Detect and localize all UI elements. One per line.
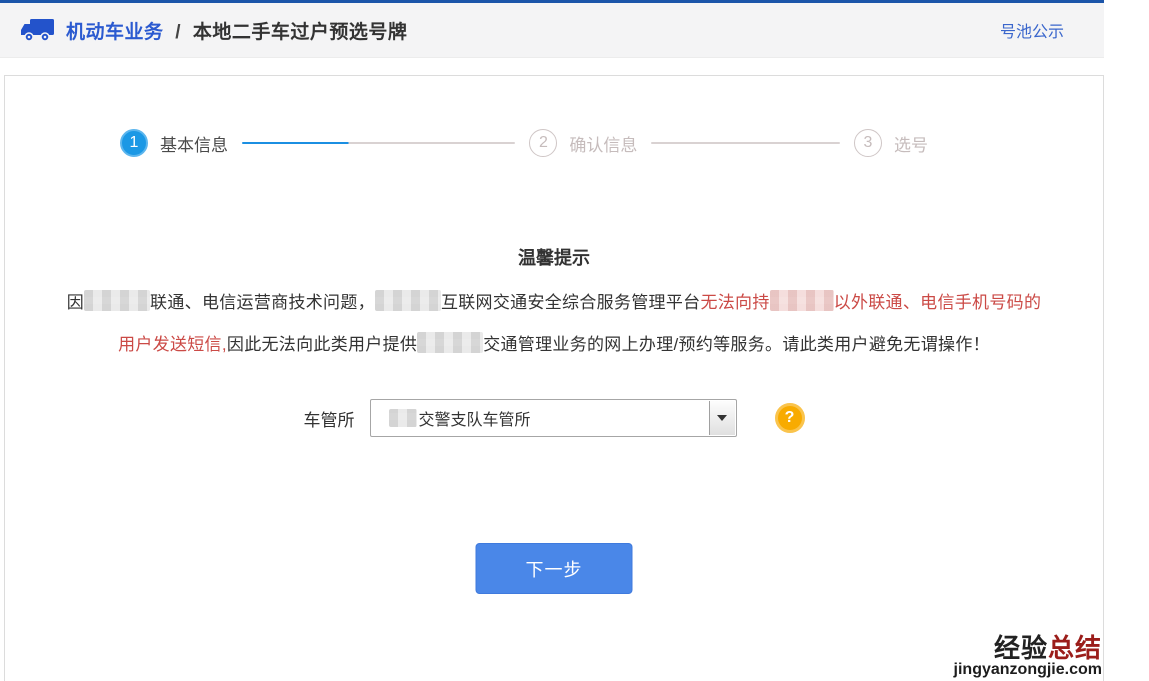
step-connector-2	[651, 142, 840, 144]
dmv-office-row: 车管所 交警支队车管所 ?	[5, 398, 1103, 438]
notice-text-segment: 联通、电信运营商技术问题，	[150, 293, 375, 312]
notice-text-segment: 以外联通、电信手机号码的	[834, 293, 1042, 312]
dmv-office-selected-value: 交警支队车管所	[389, 406, 531, 430]
notice-text-segment: 无法向持	[700, 293, 769, 312]
step-indicator: 1 基本信息 2 确认信息 3 选号	[120, 128, 928, 158]
step-pick-number: 3 选号	[854, 129, 928, 157]
truck-icon	[20, 17, 54, 43]
notice-text-segment: 因	[67, 293, 84, 312]
chevron-down-icon	[717, 415, 727, 421]
notice-text-segment: 互联网交通安全综合服务管理平台	[441, 293, 701, 312]
notice-text-segment: 因此无法向此类用户提供	[227, 335, 417, 354]
censored-text-block	[84, 290, 150, 311]
dmv-office-select[interactable]: 交警支队车管所	[370, 399, 737, 437]
notice-line-1: 因 联通、电信运营商技术问题， 互联网交通安全综合服务管理平台无法向持 以外联通、电信…	[5, 288, 1103, 313]
breadcrumb-section: 机动车业务	[66, 22, 164, 43]
watermark-cn-part2: 总结	[1048, 633, 1102, 663]
step-basic-info: 1 基本信息	[120, 129, 228, 157]
number-pool-link[interactable]: 号池公示	[1000, 18, 1064, 42]
censored-text-block	[375, 290, 441, 311]
notice-title: 温馨提示	[5, 244, 1103, 270]
notice-line-2: 用户发送短信,因此无法向此类用户提供 交通管理业务的网上办理/预约等服务。请此类用…	[5, 330, 1103, 355]
select-dropdown-button[interactable]	[709, 401, 735, 435]
watermark-domain: jingyanzongjie.com	[954, 662, 1102, 679]
step-1-label: 基本信息	[160, 131, 228, 156]
help-icon[interactable]: ?	[775, 403, 805, 433]
censored-prefix	[389, 409, 417, 427]
next-step-button[interactable]: 下一步	[476, 543, 633, 594]
notice-text-segment: 交通管理业务的网上办理/预约等服务。请此类用户避免无谓操作！	[483, 335, 990, 354]
watermark-cn: 经验总结	[954, 635, 1102, 662]
censored-text-block	[417, 332, 483, 353]
censored-text-block	[770, 290, 834, 311]
step-2-label: 确认信息	[569, 131, 637, 156]
page-title: 本地二手车过户预选号牌	[193, 22, 408, 43]
step-1-circle: 1	[120, 129, 148, 157]
step-connector-1	[242, 142, 515, 144]
breadcrumb-divider: /	[175, 22, 181, 43]
step-3-label: 选号	[894, 131, 928, 156]
step-3-circle: 3	[854, 129, 882, 157]
watermark-cn-part1: 经验	[994, 633, 1048, 663]
step-confirm-info: 2 确认信息	[529, 129, 637, 157]
main-panel: 1 基本信息 2 确认信息 3 选号 温馨提示 因 联通、电信运营商技术问题， 互联…	[4, 75, 1104, 681]
header: 机动车业务 / 本地二手车过户预选号牌 号池公示	[0, 3, 1104, 58]
notice-text-segment: 用户发送短信,	[118, 335, 227, 354]
dmv-office-label: 车管所	[304, 406, 355, 431]
watermark: 经验总结 jingyanzongjie.com	[954, 635, 1102, 679]
step-2-circle: 2	[529, 129, 557, 157]
breadcrumb: 机动车业务 / 本地二手车过户预选号牌	[66, 17, 407, 44]
page: 机动车业务 / 本地二手车过户预选号牌 号池公示 1 基本信息 2 确认信息 3…	[0, 0, 1149, 681]
